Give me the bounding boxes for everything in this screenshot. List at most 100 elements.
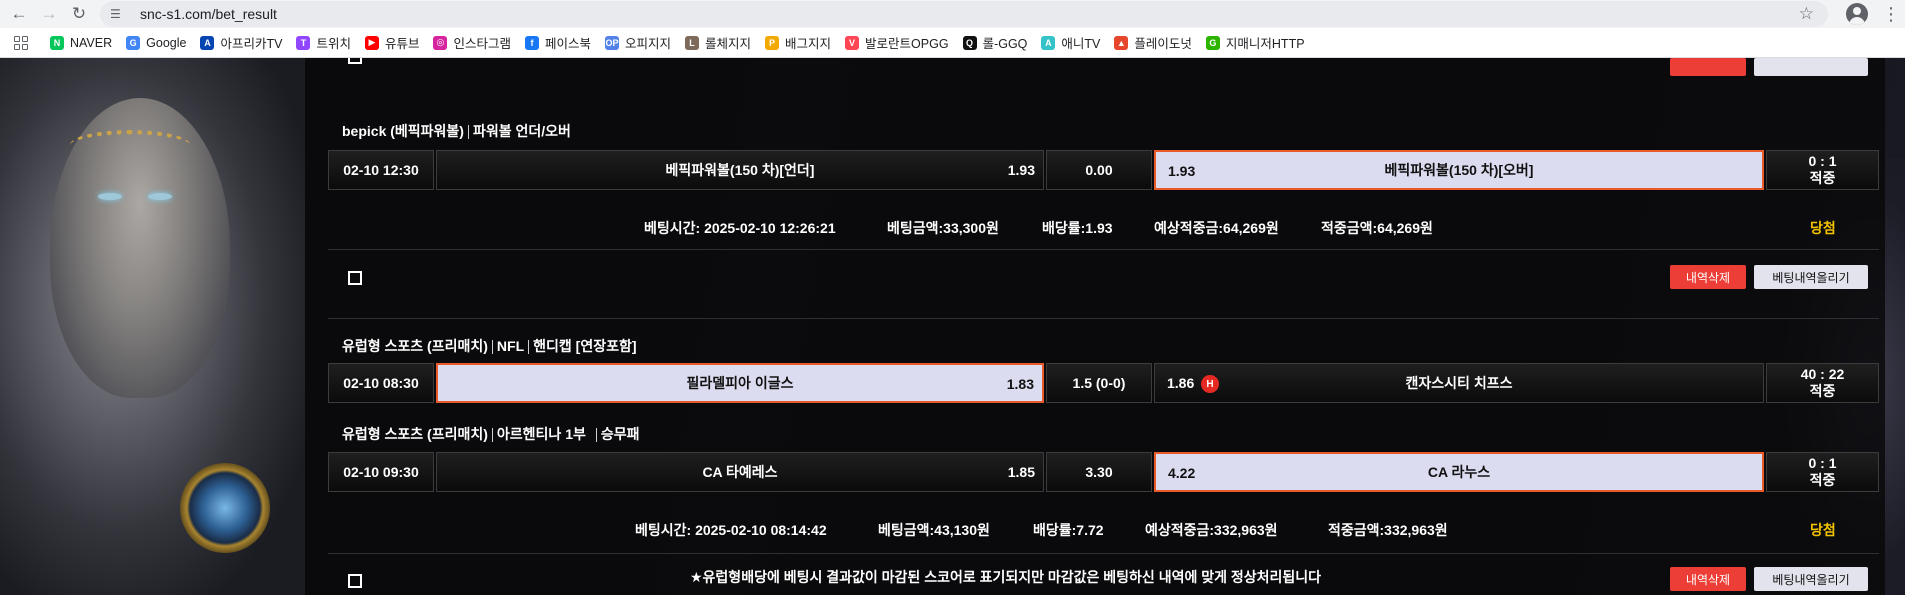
laurel-wreath [70, 130, 190, 160]
profile-avatar-icon[interactable] [1846, 3, 1868, 25]
score: 0 : 1 [1808, 455, 1837, 471]
afreecatv-icon: A [200, 35, 215, 50]
delete-button-prev[interactable] [1670, 58, 1746, 76]
match-date: 02-10 08:30 [328, 363, 434, 403]
bookmark-label: Google [146, 35, 187, 50]
bookmark-google[interactable]: G Google [126, 35, 187, 50]
bookmark-opgg[interactable]: OP 오피지지 [605, 33, 671, 52]
bookmark-instagram[interactable]: ◎ 인스타그램 [433, 33, 511, 52]
home-team: CA 타예레스 [702, 464, 778, 480]
back-arrow-icon[interactable]: ← [6, 1, 32, 27]
bookmark-gmanager[interactable]: G 지매니저HTTP [1205, 33, 1305, 52]
select-checkbox[interactable] [348, 574, 362, 588]
bookmark-facebook[interactable]: f 페이스북 [524, 33, 591, 52]
handicap-badge-icon: H [1201, 375, 1219, 393]
away-team: 캔자스시티 치프스 [1405, 375, 1513, 391]
upload-button[interactable]: 베팅내역올리기 [1754, 567, 1868, 591]
delete-button[interactable]: 내역삭제 [1670, 567, 1746, 591]
bookmark-naver[interactable]: N NAVER [50, 35, 112, 50]
upload-button-prev[interactable] [1754, 58, 1868, 76]
apps-grid-icon[interactable] [14, 35, 28, 50]
draw-handicap: 0.00 [1046, 150, 1152, 190]
home-team: 필라델피아 이글스 [686, 375, 794, 391]
browser-menu-icon[interactable]: ⋮ [1882, 4, 1900, 25]
won-amount: 적중금액:332,963원 [1328, 522, 1448, 538]
bookmark-label: 배그지지 [785, 37, 832, 51]
background-art [0, 58, 305, 595]
browser-toolbar: ← → ↻ ☰ snc-s1.com/bet_result ☆ ⋮ [0, 0, 1905, 28]
divider [328, 249, 1879, 250]
youtube-icon: ▶ [364, 35, 379, 50]
glowing-eye-right [148, 193, 172, 200]
delete-button[interactable]: 내역삭제 [1670, 265, 1746, 289]
select-checkbox-prev[interactable] [348, 58, 362, 64]
url-text[interactable]: snc-s1.com/bet_result [140, 6, 277, 22]
result-status: 적중 [1809, 170, 1836, 186]
divider [328, 318, 1879, 319]
score: 0 : 1 [1808, 153, 1837, 169]
bookmark-label: 오피지지 [625, 37, 672, 51]
bookmark-label: 페이스북 [544, 37, 591, 51]
bookmark-lolchess[interactable]: L 롤체지지 [685, 33, 751, 52]
bookmark-label: 롤-GGQ [982, 37, 1028, 51]
expected-payout: 예상적중금:332,963원 [1145, 522, 1278, 538]
away-option-selected[interactable]: 4.22 CA 라누스 [1154, 452, 1764, 492]
bet-time: 베팅시간: 2025-02-10 08:14:42 [635, 522, 827, 538]
result-cell: 0 : 1 적중 [1766, 150, 1879, 190]
result-status: 적중 [1809, 472, 1836, 488]
bookmark-label: 플레이도넛 [1134, 37, 1192, 51]
game-title: 유럽형 스포츠 (프리매치) 아르헨티나 1부 승무패 [342, 424, 640, 444]
bookmark-youtube[interactable]: ▶ 유튜브 [364, 33, 420, 52]
score: 40 : 22 [1800, 366, 1845, 382]
naver-icon: N [50, 35, 64, 50]
valorant-opgg-icon: V [845, 35, 860, 50]
away-team: CA 라누스 [1427, 464, 1491, 480]
won-amount: 적중금액:64,269원 [1321, 220, 1433, 236]
game-title: 유럽형 스포츠 (프리매치) NFL 핸디캡 [연장포함] [342, 336, 637, 356]
bookmark-afreecatv[interactable]: A 아프리카TV [200, 33, 282, 52]
bookmark-anitv[interactable]: A 애니TV [1041, 33, 1100, 52]
home-option[interactable]: 베픽파워볼(150 차)[언더] 1.93 [436, 150, 1044, 190]
away-option[interactable]: 1.86 H 캔자스시티 치프스 [1154, 363, 1764, 403]
home-team: 베픽파워볼(150 차)[언더] [665, 162, 815, 178]
bookmark-ggq[interactable]: Q 롤-GGQ [962, 33, 1028, 52]
forward-arrow-icon[interactable]: → [36, 1, 62, 27]
home-odds: 1.83 [1006, 376, 1034, 392]
bookmark-label: 인스타그램 [453, 37, 511, 51]
game-market: 승무패 [600, 426, 640, 442]
title-separator [467, 125, 469, 140]
pubg-icon: P [765, 35, 780, 50]
away-option-selected[interactable]: 1.93 베픽파워볼(150 차)[오버] [1154, 150, 1764, 190]
game-sport: 아르헨티나 1부 [496, 426, 586, 442]
home-option-selected[interactable]: 필라델피아 이글스 1.83 [436, 363, 1044, 403]
gmanager-icon: G [1205, 35, 1220, 50]
bookmark-playdonut[interactable]: ▲ 플레이도넛 [1114, 33, 1192, 52]
away-odds: 1.86 [1167, 375, 1195, 391]
bookmark-pubg[interactable]: P 배그지지 [765, 33, 831, 52]
site-settings-icon[interactable]: ☰ [110, 7, 128, 21]
bookmark-valorant-opgg[interactable]: V 발로란트OPGG [845, 33, 949, 52]
bookmark-label: 유튜브 [384, 37, 420, 51]
home-odds: 1.85 [1007, 464, 1035, 480]
anitv-icon: A [1041, 35, 1056, 50]
address-bar[interactable]: ☰ snc-s1.com/bet_result ☆ [100, 1, 1828, 27]
title-separator [491, 340, 493, 355]
lolchess-icon: L [685, 35, 700, 50]
bookmark-twitch[interactable]: T 트위치 [296, 33, 351, 52]
glowing-eye-left [98, 193, 122, 200]
select-checkbox[interactable] [348, 271, 362, 285]
game-league: 유럽형 스포츠 (프리매치) [342, 338, 488, 354]
game-league: 유럽형 스포츠 (프리매치) [342, 426, 488, 442]
game-title: bepick (베픽파워볼) 파워볼 언더/오버 [342, 121, 571, 141]
upload-button[interactable]: 베팅내역올리기 [1754, 265, 1868, 289]
bet-time: 베팅시간: 2025-02-10 12:26:21 [644, 220, 836, 236]
bookmark-label: 트위치 [316, 37, 351, 51]
notice-text: ★유럽형배당에 베팅시 결과값이 마감된 스코어로 표기되지만 마감값은 베팅하… [690, 569, 1322, 585]
bookmark-star-icon[interactable]: ☆ [1799, 4, 1814, 24]
bet-row: 02-10 12:30 베픽파워볼(150 차)[언더] 1.93 0.00 1… [328, 150, 1879, 190]
match-date: 02-10 09:30 [328, 452, 434, 492]
home-option[interactable]: CA 타예레스 1.85 [436, 452, 1044, 492]
bet-odds: 배당률:7.72 [1033, 522, 1104, 538]
bookmarks-bar: N NAVER G Google A 아프리카TV T 트위치 ▶ 유튜브 ◎ 인스타그램 f 페이스북 O… [0, 28, 1905, 58]
reload-icon[interactable]: ↻ [66, 1, 92, 27]
